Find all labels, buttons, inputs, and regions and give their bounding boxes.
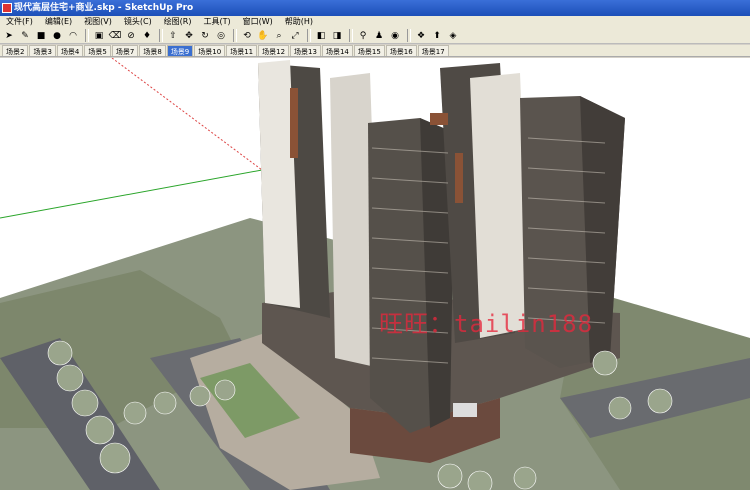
brown-accent-panel xyxy=(290,88,298,158)
orbit-icon[interactable]: ⟲ xyxy=(240,29,254,43)
scene-tab[interactable]: 场景7 xyxy=(111,45,139,56)
paint-bucket-icon[interactable]: ♦ xyxy=(140,29,154,43)
scene-tabs-bar: 场景2 场景3 场景4 场景5 场景7 场景8 场景9 场景10 场景11 场景12 场景13 场景1… xyxy=(0,45,750,57)
extension-warehouse-icon[interactable]: ◈ xyxy=(446,29,460,43)
toolbar-separator xyxy=(85,29,89,42)
scene-tab[interactable]: 场景15 xyxy=(353,45,385,56)
position-camera-icon[interactable]: ⚲ xyxy=(356,29,370,43)
rotate-icon[interactable]: ↻ xyxy=(198,29,212,43)
3d-viewport[interactable]: 旺旺：tailin188 xyxy=(0,58,750,490)
look-around-icon[interactable]: ◉ xyxy=(388,29,402,43)
scene-tab[interactable]: 场景8 xyxy=(139,45,166,56)
walk-icon[interactable]: ♟ xyxy=(372,29,386,43)
scene-tab[interactable]: 场景13 xyxy=(290,45,321,56)
arc-icon[interactable]: ◠ xyxy=(66,29,80,43)
red-axis xyxy=(111,58,263,171)
zoom-icon[interactable]: ⌕ xyxy=(272,29,286,43)
brown-accent-panel xyxy=(455,153,463,203)
menu-item-5[interactable]: 工具(T) xyxy=(198,16,237,28)
scene-tab[interactable]: 场景16 xyxy=(385,45,417,56)
model-render xyxy=(0,58,750,490)
toolbar-separator xyxy=(233,29,237,42)
menu-item-6[interactable]: 窗口(W) xyxy=(237,16,279,28)
scene-tab[interactable]: 场景2 xyxy=(2,45,29,56)
scene-tab[interactable]: 场景11 xyxy=(226,45,258,56)
push-pull-icon[interactable]: ⇧ xyxy=(166,29,180,43)
offset-icon[interactable]: ◎ xyxy=(214,29,228,43)
share-model-icon[interactable]: ⬆ xyxy=(430,29,444,43)
green-axis xyxy=(0,169,263,219)
get-models-icon[interactable]: ❖ xyxy=(414,29,428,43)
rectangle-icon[interactable]: ■ xyxy=(34,29,48,43)
tape-measure-icon[interactable]: ⊘ xyxy=(124,29,138,43)
pan-icon[interactable]: ✋ xyxy=(256,29,270,43)
menu-item-0[interactable]: 文件(F) xyxy=(0,16,39,28)
toolbar-separator xyxy=(159,29,163,42)
main-toolbar: ➤ ✎ ■ ● ◠ ▣ ⌫ ⊘ ♦ ⇧ ✥ ↻ ◎ ⟲ ✋ ⌕ ⤢ ◧ ◨ ⚲ ♟ ◉ ❖ ⬆ ◈ xyxy=(0,28,750,44)
menu-bar: 文件(F) 编辑(E) 视图(V) 镜头(C) 绘图(R) 工具(T) 窗口(W) 帮助(H) xyxy=(0,16,750,28)
pencil-icon[interactable]: ✎ xyxy=(18,29,32,43)
sketchup-app-icon xyxy=(2,3,12,13)
next-view-icon[interactable]: ◨ xyxy=(330,29,344,43)
eraser-icon[interactable]: ⌫ xyxy=(108,29,122,43)
scene-tab[interactable]: 场景17 xyxy=(417,45,449,56)
scene-tab[interactable]: 场景5 xyxy=(84,45,111,56)
toolbar-separator xyxy=(307,29,311,42)
menu-item-7[interactable]: 帮助(H) xyxy=(279,16,319,28)
podium-sign xyxy=(453,403,477,417)
move-icon[interactable]: ✥ xyxy=(182,29,196,43)
scene-tab[interactable]: 场景14 xyxy=(321,45,353,56)
menu-item-2[interactable]: 视图(V) xyxy=(78,16,118,28)
toolbar-separator xyxy=(349,29,353,42)
brown-accent-panel xyxy=(430,113,448,125)
previous-view-icon[interactable]: ◧ xyxy=(314,29,328,43)
toolbar-separator xyxy=(407,29,411,42)
scene-tab[interactable]: 场景12 xyxy=(258,45,290,56)
menu-item-4[interactable]: 绘图(R) xyxy=(158,16,198,28)
circle-icon[interactable]: ● xyxy=(50,29,64,43)
watermark-text: 旺旺：tailin188 xyxy=(379,310,594,338)
scene-tab[interactable]: 场景9 xyxy=(166,45,194,56)
zoom-extents-icon[interactable]: ⤢ xyxy=(288,29,302,43)
scene-tab[interactable]: 场景4 xyxy=(56,45,84,56)
window-titlebar: 现代高层住宅+商业.skp - SketchUp Pro xyxy=(0,0,750,16)
scene-tab[interactable]: 场景3 xyxy=(29,45,56,56)
menu-item-1[interactable]: 编辑(E) xyxy=(39,16,78,28)
scene-tab[interactable]: 场景10 xyxy=(194,45,226,56)
menu-item-3[interactable]: 镜头(C) xyxy=(118,16,158,28)
window-title: 现代高层住宅+商业.skp - SketchUp Pro xyxy=(14,3,194,13)
select-arrow-icon[interactable]: ➤ xyxy=(2,29,16,43)
make-component-icon[interactable]: ▣ xyxy=(92,29,106,43)
